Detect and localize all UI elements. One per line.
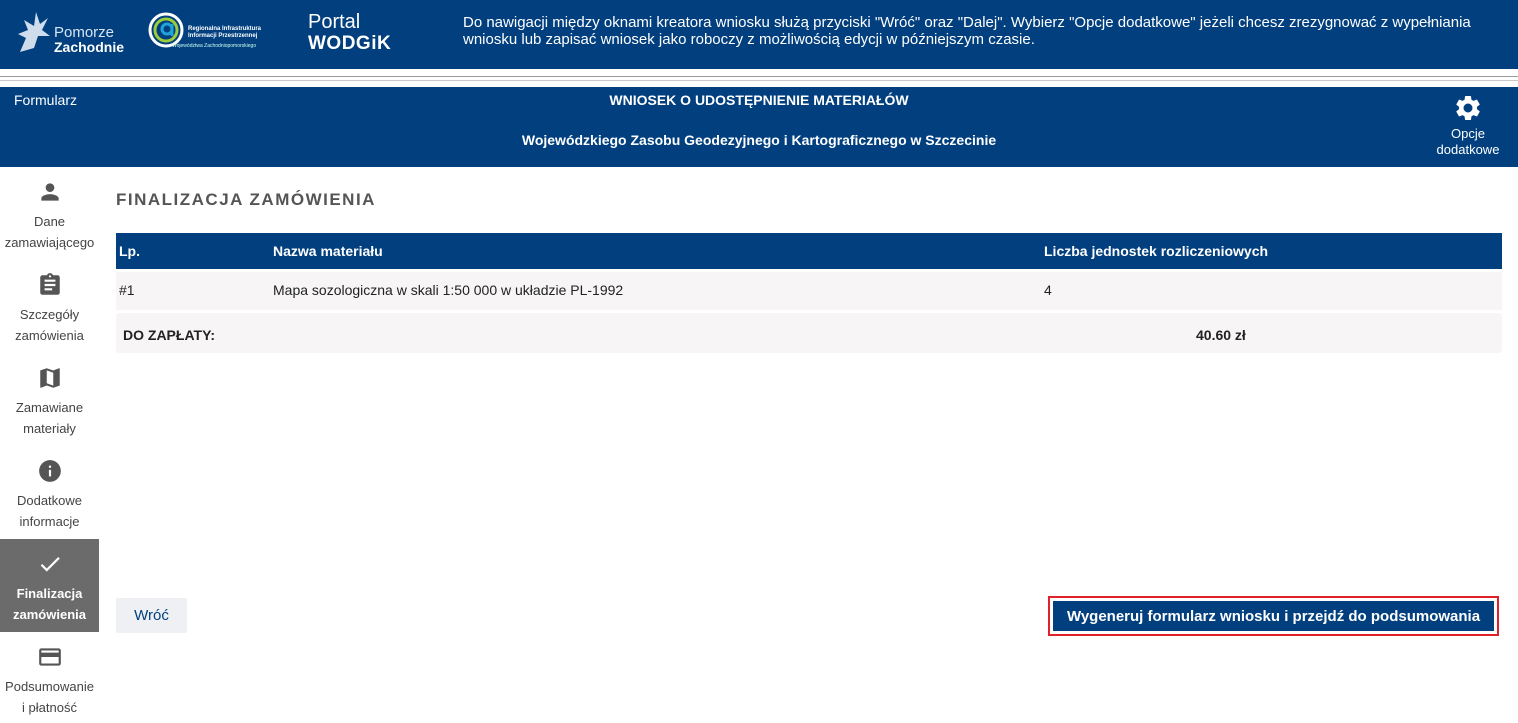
section-title: FINALIZACJA ZAMÓWIENIA <box>116 190 376 209</box>
step-label: Szczegóły zamówienia <box>0 304 99 346</box>
riip-text-line2: Informacji Przestrzennej <box>188 33 258 39</box>
total-value: 40.60 zł <box>1196 327 1246 343</box>
step-customer-data[interactable]: Dane zamawiającego <box>0 167 99 260</box>
step-label-line2: zamówienia <box>15 328 84 343</box>
riip-text-line1: Regionalna Infrastruktura <box>188 26 262 32</box>
step-label-line2: informacje <box>19 514 80 529</box>
column-header-units: Liczba jednostek rozliczeniowych <box>1044 243 1269 259</box>
credit-card-icon <box>38 648 61 666</box>
step-order-details[interactable]: Szczegóły zamówienia <box>0 260 99 353</box>
step-summary-payment[interactable]: Podsumowanie i płatność <box>0 632 99 723</box>
step-order-finalization[interactable]: Finalizacja zamówienia <box>0 539 99 632</box>
griffin-logo-icon <box>18 12 50 52</box>
step-label-line1: Finalizacja <box>16 586 83 601</box>
step-label-line2: zamówienia <box>13 607 86 622</box>
step-label-line1: Dodatkowe <box>16 493 83 508</box>
riip-logo[interactable]: Regionalna Infrastruktura Informacji Prz… <box>146 10 271 54</box>
step-ordered-materials[interactable]: Zamawiane materiały <box>0 353 99 446</box>
generate-form-button[interactable]: Wygeneruj formularz wniosku i przejdź do… <box>1053 601 1494 631</box>
top-banner: Pomorze Zachodnie Regionalna Infrastrukt… <box>0 0 1518 69</box>
step-label-line1: Zamawiane <box>15 400 84 415</box>
divider <box>0 80 1518 81</box>
back-button[interactable]: Wróć <box>116 598 187 633</box>
wizard-steps-sidebar: Dane zamawiającego Szczegóły zamówienia … <box>0 167 99 723</box>
step-label-line2: zamawiającego <box>4 235 95 250</box>
pomorze-zachodnie-logo[interactable]: Pomorze Zachodnie <box>12 8 124 58</box>
total-label: DO ZAPŁATY: <box>123 327 216 343</box>
navigation-hint: Do nawigacji między oknami kreatora wnio… <box>463 14 1471 48</box>
step-label-line2: i płatność <box>22 700 77 715</box>
cell-units: 4 <box>1044 282 1052 298</box>
step-label: Finalizacja zamówienia <box>0 583 99 625</box>
generate-button-highlight: Wygeneruj formularz wniosku i przejdź do… <box>1048 596 1499 636</box>
step-label: Dane zamawiającego <box>0 211 99 253</box>
wodgik-label: WODGiK <box>308 33 392 54</box>
options-label-line1: Opcje <box>1451 126 1485 141</box>
check-icon <box>40 557 60 572</box>
info-icon <box>38 460 61 482</box>
portal-label: Portal <box>308 11 361 33</box>
cell-material-name: Mapa sozologiczna w skali 1:50 000 w ukł… <box>273 282 624 298</box>
step-label-line1: Dane <box>33 214 66 229</box>
cell-lp: #1 <box>119 282 135 298</box>
map-icon <box>39 368 60 388</box>
portal-wodgik-logo[interactable]: Portal WODGiK <box>308 12 391 56</box>
form-header: Formularz WNIOSEK O UDOSTĘPNIENIE MATERI… <box>0 87 1518 167</box>
total-row: DO ZAPŁATY: 40.60 zł <box>116 313 1502 353</box>
step-label: Zamawiane materiały <box>0 397 99 439</box>
step-additional-info[interactable]: Dodatkowe informacje <box>0 446 99 539</box>
table-header: Lp. Nazwa materiału Liczba jednostek roz… <box>116 233 1502 269</box>
riip-text: Regionalna Infrastruktura Informacji Prz… <box>188 26 273 40</box>
form-subtitle: Wojewódzkiego Zasobu Geodezyjnego i Kart… <box>521 132 997 148</box>
person-icon <box>40 183 59 201</box>
step-label: Podsumowanie i płatność <box>0 676 99 718</box>
column-header-lp: Lp. <box>119 243 140 259</box>
options-label-line2: dodatkowe <box>1436 142 1500 157</box>
step-label-line2: materiały <box>23 421 76 436</box>
divider <box>0 76 1518 77</box>
riip-subtext: Województwa Zachodniopomorskiego <box>172 43 257 49</box>
table-row: #1 Mapa sozologiczna w skali 1:50 000 w … <box>116 272 1502 310</box>
logo-text-line2: Zachodnie <box>54 39 125 55</box>
step-label-line1: Szczegóły <box>19 307 80 322</box>
additional-options-button[interactable]: Opcje dodatkowe <box>1428 93 1508 158</box>
column-header-material-name: Nazwa materiału <box>273 243 383 259</box>
step-label: Dodatkowe informacje <box>0 490 99 532</box>
gear-icon <box>1456 95 1480 120</box>
clipboard-icon <box>39 273 60 295</box>
step-label-line1: Podsumowanie <box>5 679 94 694</box>
form-title: WNIOSEK O UDOSTĘPNIENIE MATERIAŁÓW <box>609 92 909 108</box>
